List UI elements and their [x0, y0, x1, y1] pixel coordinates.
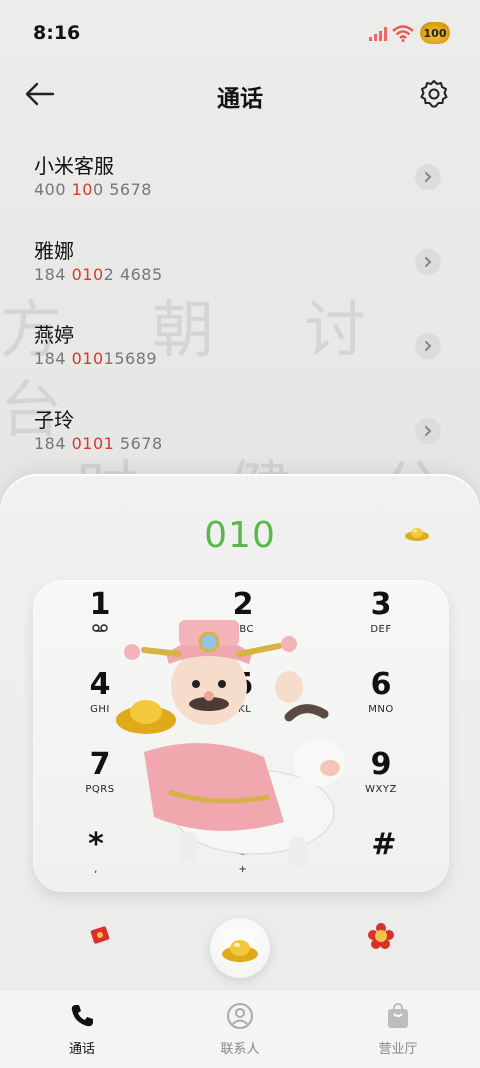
key-8[interactable]: 8 TUV [188, 748, 298, 818]
status-time: 8:16 [33, 22, 81, 44]
gold-ingot-call-icon [222, 940, 258, 962]
gold-ingot-icon[interactable] [404, 524, 430, 542]
nav-tab-contacts[interactable]: 联系人 [195, 1002, 285, 1057]
battery-indicator: 100 [420, 22, 450, 44]
key-2[interactable]: 2 ABC [188, 588, 298, 658]
chevron-right-icon[interactable] [415, 418, 441, 444]
key-0[interactable]: 0 + [188, 828, 298, 892]
key-3[interactable]: 3 DEF [326, 588, 436, 658]
lucky-charm-icon[interactable] [367, 922, 395, 950]
contacts-icon [227, 1003, 253, 1029]
nav-label-calls: 通话 [68, 1042, 95, 1057]
contact-name: 燕婷 [34, 323, 74, 347]
key-7[interactable]: 7 PQRS [45, 748, 155, 818]
call-button[interactable] [210, 918, 270, 978]
dial-keypad: 1 2 ABC 3 DEF 4 GHI 5 JKL 6 MNO 7 PQRS 8 TUV 9W… [33, 580, 449, 892]
contact-item[interactable]: 雅娜 184 0102 4685 [34, 235, 444, 305]
chevron-right-icon[interactable] [415, 164, 441, 190]
nav-tab-calls[interactable]: 通话 [37, 1002, 127, 1057]
key-6[interactable]: 6 MNO [326, 668, 436, 738]
chevron-right-icon[interactable] [415, 333, 441, 359]
contact-name: 小米客服 [34, 154, 114, 178]
key-5[interactable]: 5 JKL [188, 668, 298, 738]
voicemail-icon [45, 624, 155, 635]
chevron-right-icon[interactable] [415, 249, 441, 275]
key-9[interactable]: 9 WXYZ [326, 748, 436, 818]
contact-number: 184 0102 4685 [34, 265, 163, 284]
wifi-icon [392, 25, 414, 42]
signal-icon [369, 27, 387, 41]
gear-icon[interactable] [418, 78, 450, 110]
red-envelope-icon[interactable] [89, 924, 111, 946]
nav-label-store: 营业厅 [378, 1042, 418, 1057]
top-bar: 通话 [0, 70, 480, 120]
bottom-navigation: 通话 联系人 营业厅 [0, 989, 480, 1068]
contact-name: 雅娜 [34, 239, 74, 263]
key-4[interactable]: 4 GHI [45, 668, 155, 738]
page-title: 通话 [217, 86, 263, 112]
store-bag-icon [388, 1002, 408, 1028]
contact-number: 184 0101 5678 [34, 434, 163, 453]
nav-label-contacts: 联系人 [220, 1042, 260, 1057]
contact-number: 184 01015689 [34, 349, 158, 368]
contact-item[interactable]: 燕婷 184 01015689 [34, 319, 444, 389]
contact-name: 子玲 [34, 408, 74, 432]
contact-item[interactable]: 小米客服 400 100 5678 [34, 150, 444, 220]
status-bar: 8:16 100 [0, 0, 480, 64]
key-star[interactable]: *, [41, 828, 151, 892]
battery-level: 100 [423, 26, 447, 40]
key-1[interactable]: 1 [45, 588, 155, 658]
phone-icon [71, 1005, 93, 1027]
contact-item[interactable]: 子玲 184 0101 5678 [34, 404, 444, 474]
key-hash[interactable]: # [329, 828, 439, 892]
contact-number: 400 100 5678 [34, 180, 152, 199]
nav-tab-store[interactable]: 营业厅 [353, 1002, 443, 1057]
